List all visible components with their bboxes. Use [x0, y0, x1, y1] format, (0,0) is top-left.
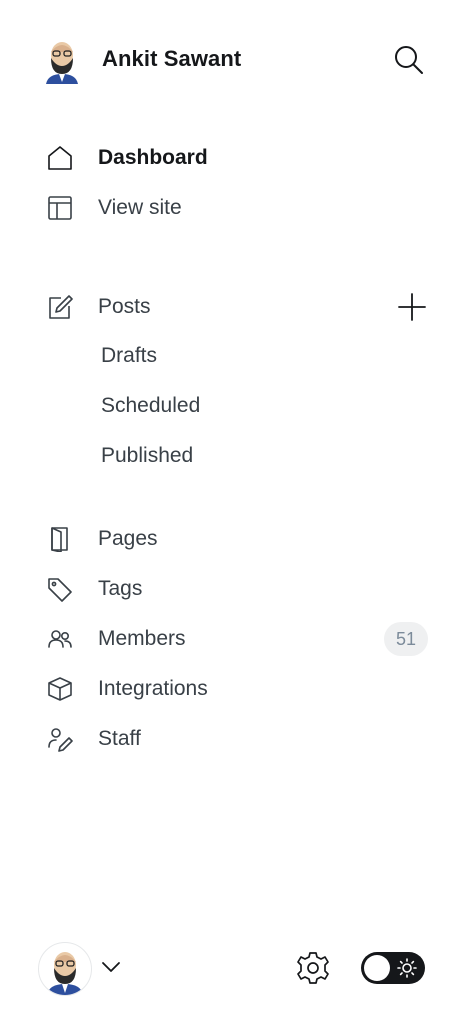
nav-item-staff[interactable]: Staff [0, 719, 466, 759]
cube-icon [46, 675, 74, 703]
toggle-knob [364, 955, 390, 981]
nav-item-tags[interactable]: Tags [0, 569, 466, 609]
page-icon [46, 525, 74, 553]
nav-item-integrations[interactable]: Integrations [0, 669, 466, 709]
chevron-down-icon[interactable] [100, 960, 122, 979]
layout-icon [46, 194, 74, 222]
user-name[interactable]: Ankit Sawant [102, 46, 241, 72]
nav-subitem-published[interactable]: Published [0, 436, 466, 476]
nav-label-dashboard: Dashboard [98, 146, 208, 169]
sun-icon [397, 958, 417, 978]
nav-subitem-scheduled[interactable]: Scheduled [0, 386, 466, 426]
plus-icon[interactable] [398, 293, 426, 321]
edit-icon [46, 293, 74, 321]
home-icon [46, 144, 74, 172]
tag-icon [46, 575, 74, 603]
nav-sublabel-drafts: Drafts [101, 344, 158, 367]
users-icon [46, 625, 74, 653]
user-avatar[interactable] [42, 36, 82, 84]
nav-label-members: Members [98, 627, 186, 650]
nav-label-pages: Pages [98, 527, 158, 550]
nav-item-pages[interactable]: Pages [0, 519, 466, 559]
nav-label-posts: Posts [98, 295, 151, 318]
nav-item-members[interactable]: Members 51 [0, 619, 466, 659]
dark-mode-toggle[interactable] [361, 952, 425, 984]
nav-item-view-site[interactable]: View site [0, 188, 466, 228]
nav-label-integrations: Integrations [98, 677, 208, 700]
nav-sublabel-scheduled: Scheduled [101, 394, 201, 417]
search-icon[interactable] [393, 44, 425, 76]
nav-label-tags: Tags [98, 577, 143, 600]
gear-icon[interactable] [296, 951, 330, 990]
nav-label-view-site: View site [98, 196, 182, 219]
nav-sublabel-published: Published [101, 444, 194, 467]
nav-item-posts[interactable]: Posts [0, 287, 466, 327]
members-count-badge: 51 [384, 622, 428, 656]
nav-subitem-drafts[interactable]: Drafts [0, 336, 466, 376]
nav-item-dashboard[interactable]: Dashboard [0, 138, 466, 178]
nav-label-staff: Staff [98, 727, 141, 750]
staff-icon [46, 725, 74, 753]
footer-user-avatar[interactable] [38, 942, 92, 996]
